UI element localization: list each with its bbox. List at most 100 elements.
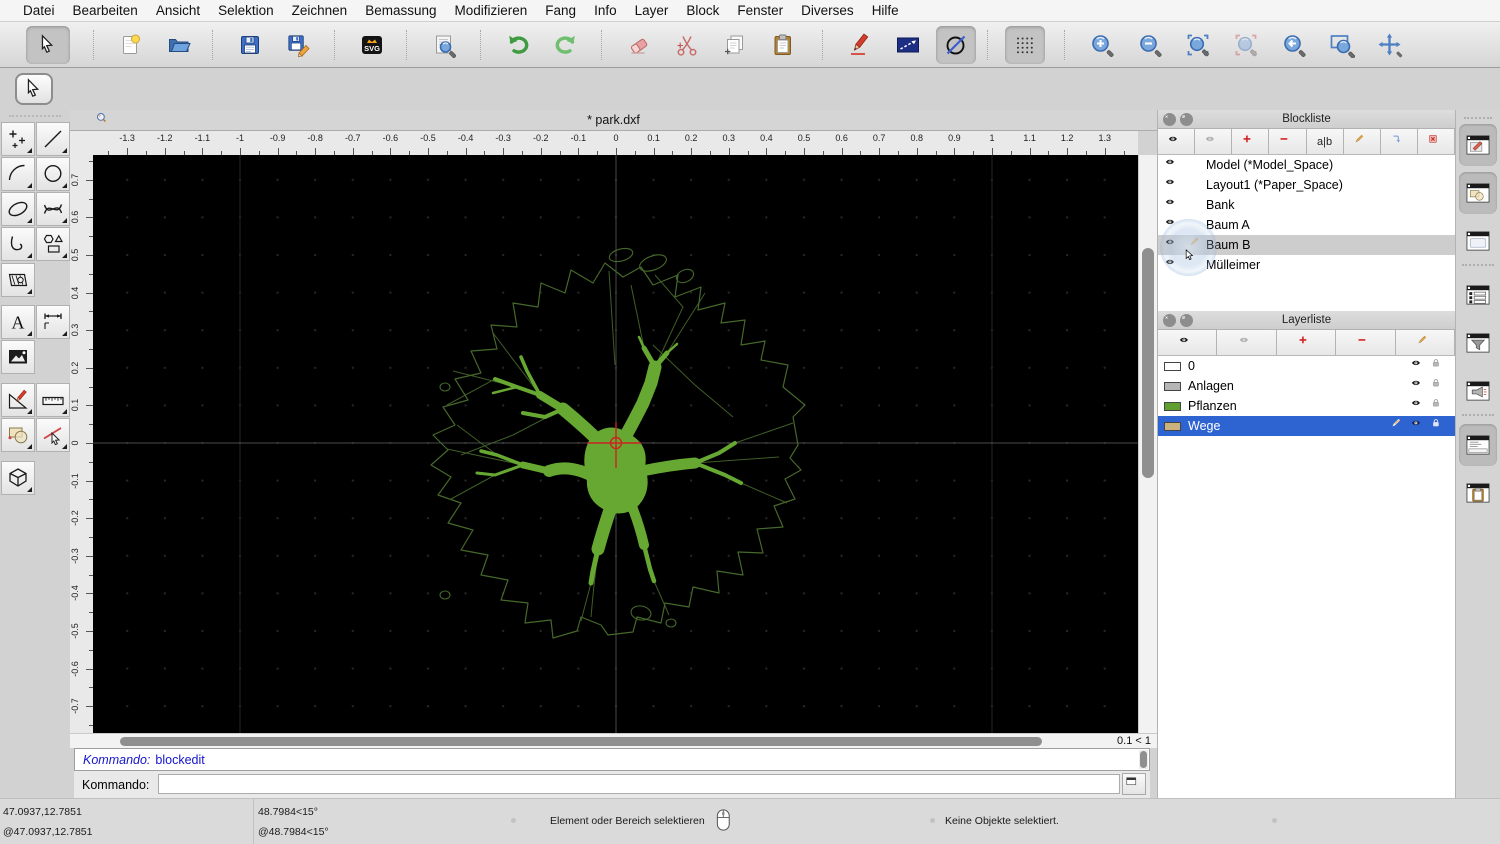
hatch-tool-button[interactable]	[1, 263, 35, 297]
hide-all-blocks-button[interactable]	[1195, 129, 1233, 154]
float-icon[interactable]	[1180, 314, 1193, 327]
canvas-horizontal-scrollbar[interactable]: 0.1 < 1	[70, 733, 1157, 748]
hide-all-layers-button[interactable]	[1217, 330, 1277, 355]
menu-item-info[interactable]: Info	[585, 0, 626, 21]
menu-item-ansicht[interactable]: Ansicht	[147, 0, 209, 21]
rename-block-button[interactable]: a|b	[1306, 129, 1344, 154]
cut-button[interactable]	[667, 26, 707, 64]
command-input[interactable]	[158, 774, 1120, 794]
measure-distance-button[interactable]	[888, 26, 928, 64]
menu-item-zeichnen[interactable]: Zeichnen	[283, 0, 357, 21]
command-history-scrollbar[interactable]	[1139, 750, 1148, 769]
menu-item-selektion[interactable]: Selektion	[209, 0, 283, 21]
h-scroll-thumb[interactable]	[120, 737, 1042, 746]
dock-library-browser-button[interactable]	[1459, 220, 1497, 262]
zoom-in-button[interactable]	[1082, 26, 1122, 64]
layer-color-swatch[interactable]	[1164, 401, 1181, 411]
text-tool-button[interactable]: A	[1, 305, 35, 339]
close-icon[interactable]	[1163, 314, 1176, 327]
layer-color-swatch[interactable]	[1164, 361, 1181, 371]
dock-command-line-button[interactable]	[1459, 424, 1497, 466]
svg-export-button[interactable]: SVG	[352, 26, 392, 64]
block-visibility-toggle[interactable]	[1158, 157, 1188, 173]
document-tabbar[interactable]: * park.dxf	[70, 110, 1157, 131]
dock-block-list-button[interactable]	[1459, 172, 1497, 214]
undo-button[interactable]	[498, 26, 538, 64]
layer-lock-icon[interactable]	[1431, 378, 1447, 394]
layer-visibility-icon[interactable]	[1411, 418, 1427, 434]
edit-layer-button[interactable]	[1395, 330, 1456, 355]
add-block-button[interactable]	[1232, 129, 1270, 154]
insert-block-button[interactable]	[1380, 129, 1418, 154]
dock-clipboard-button[interactable]	[1459, 472, 1497, 514]
edit-freehand-button[interactable]	[840, 26, 880, 64]
menu-item-hilfe[interactable]: Hilfe	[863, 0, 908, 21]
open-file-button[interactable]	[159, 26, 199, 64]
dimension-tool-button[interactable]	[36, 305, 70, 339]
menu-item-datei[interactable]: Datei	[14, 0, 64, 21]
menu-item-bearbeiten[interactable]: Bearbeiten	[64, 0, 147, 21]
polyline-tool-button[interactable]	[1, 227, 35, 261]
dock-commands-button[interactable]	[1459, 370, 1497, 412]
zoom-previous-button[interactable]	[1274, 26, 1314, 64]
copy-button[interactable]	[715, 26, 755, 64]
selection-tool-button[interactable]	[15, 73, 53, 105]
circle-tool-button[interactable]	[36, 157, 70, 191]
show-all-layers-button[interactable]	[1158, 330, 1218, 355]
remove-layer-button[interactable]	[1336, 330, 1396, 355]
point-tool-button[interactable]	[1, 122, 35, 156]
show-all-blocks-button[interactable]	[1158, 129, 1196, 154]
arc-tool-button[interactable]	[1, 157, 35, 191]
layer-visibility-icon[interactable]	[1411, 378, 1427, 394]
command-options-button[interactable]	[1122, 773, 1146, 795]
remove-block-button[interactable]	[1269, 129, 1307, 154]
zoom-out-button[interactable]	[1130, 26, 1170, 64]
canvas-vertical-scrollbar[interactable]	[1138, 155, 1157, 733]
block-visibility-toggle[interactable]	[1158, 177, 1188, 193]
pan-button[interactable]	[1370, 26, 1410, 64]
dock-selection-filter-button[interactable]	[1459, 322, 1497, 364]
ellipse-tool-button[interactable]	[1, 192, 35, 226]
auto-zoom-button[interactable]	[1178, 26, 1218, 64]
erase-button[interactable]	[619, 26, 659, 64]
measure-tool-button[interactable]	[36, 383, 70, 417]
trim-tool-button[interactable]	[36, 418, 70, 452]
shape-tool-button[interactable]	[36, 227, 70, 261]
layer-lock-icon[interactable]	[1431, 358, 1447, 374]
layer-lock-icon[interactable]	[1431, 418, 1447, 434]
block-row[interactable]: Model (*Model_Space)	[1158, 155, 1455, 175]
edit-block-button[interactable]	[1343, 129, 1381, 154]
layer-row[interactable]: 0	[1158, 356, 1455, 376]
line-tool-button[interactable]	[36, 122, 70, 156]
layer-visibility-icon[interactable]	[1411, 398, 1427, 414]
layer-color-swatch[interactable]	[1164, 421, 1181, 431]
menu-item-bemassung[interactable]: Bemassung	[356, 0, 445, 21]
spline-tool-button[interactable]	[36, 192, 70, 226]
menu-item-fenster[interactable]: Fenster	[728, 0, 792, 21]
layer-color-swatch[interactable]	[1164, 381, 1181, 391]
new-file-button[interactable]	[111, 26, 151, 64]
modify-tool-button[interactable]	[1, 383, 35, 417]
select-tool-button[interactable]	[26, 25, 70, 64]
paste-button[interactable]	[763, 26, 803, 64]
menu-item-modifizieren[interactable]: Modifizieren	[446, 0, 537, 21]
block-row[interactable]: Layout1 (*Paper_Space)	[1158, 175, 1455, 195]
grid-toggle-button[interactable]	[1005, 25, 1045, 64]
float-icon[interactable]	[1180, 113, 1193, 126]
block-visibility-toggle[interactable]	[1158, 197, 1188, 213]
restrict-off-button[interactable]	[936, 25, 976, 64]
layer-row[interactable]: Wege	[1158, 416, 1455, 436]
add-layer-button[interactable]	[1276, 330, 1337, 355]
v-scroll-thumb[interactable]	[1142, 248, 1154, 478]
menu-item-diverses[interactable]: Diverses	[792, 0, 863, 21]
menu-item-fang[interactable]: Fang	[536, 0, 585, 21]
save-button[interactable]	[230, 26, 270, 64]
block-tool-button[interactable]	[1, 418, 35, 452]
save-as-button[interactable]	[278, 26, 318, 64]
image-tool-button[interactable]	[1, 340, 35, 374]
redo-button[interactable]	[546, 26, 586, 64]
purge-block-button[interactable]	[1417, 129, 1455, 154]
layer-visibility-icon[interactable]	[1411, 358, 1427, 374]
solid-tool-button[interactable]	[1, 461, 35, 495]
layer-lock-icon[interactable]	[1431, 398, 1447, 414]
